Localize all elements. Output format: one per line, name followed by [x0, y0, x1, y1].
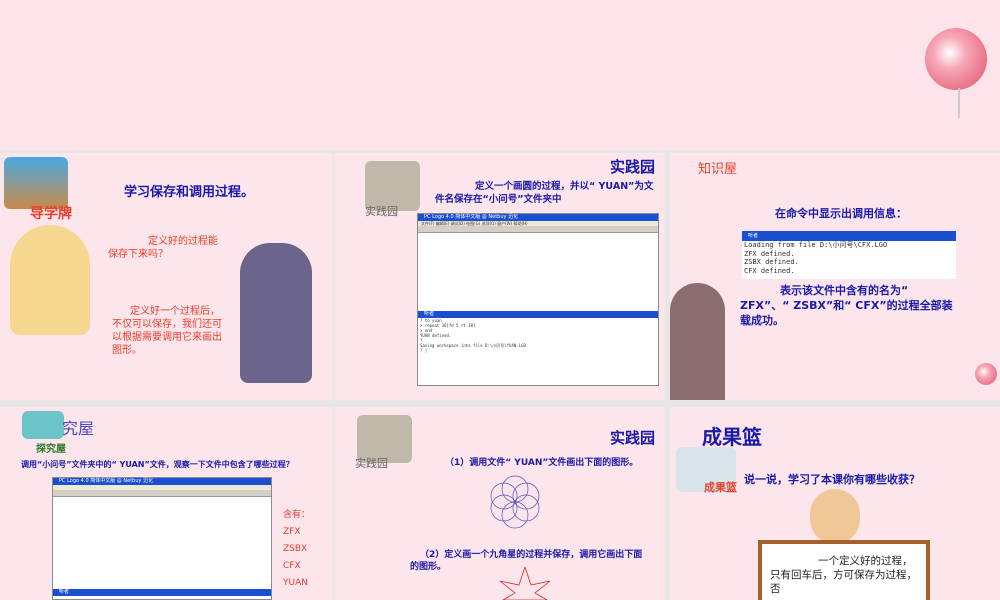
instruction-text: 调用“小问号”文件夹中的“ YUAN”文件，观察一下文件中包含了哪些过程？: [21, 460, 294, 469]
listener-panel: 听者 Loading from file D:\小问号\CFX.LGO ZFX d…: [742, 231, 956, 279]
slide-heading: 实践园: [609, 429, 655, 447]
slide-badge: 实践园: [355, 457, 388, 470]
window-title: PC Logo 4.0 简体中文版 @ Netbuy 迅化: [53, 478, 271, 485]
listener-title: 听者: [742, 231, 956, 241]
question-text: 说一说，学习了本课你有哪些收获？: [744, 473, 920, 486]
top-area: [0, 0, 1000, 150]
slide-heading: 知识屋: [698, 162, 738, 177]
drawing-canvas[interactable]: [53, 497, 271, 589]
listener-title: 听者: [418, 311, 658, 318]
slide-badge: 探究屋: [36, 444, 66, 455]
boy-illustration: [10, 225, 90, 335]
logo-window[interactable]: PC Logo 4.0 简体中文版 @ Netbuy 迅化 听者: [52, 477, 272, 600]
slide-title: 学习保存和调用过程。: [124, 185, 255, 200]
boy-illustration: [810, 489, 860, 544]
explanation-text: 表示该文件中含有的名为“ ZFX”、“ ZSBX”和“ CFX”的过程全部装载成…: [740, 284, 953, 327]
slide-heading: 实践园: [609, 158, 655, 176]
graduation-cap-icon: [4, 157, 68, 209]
contains-list: 含有： ZFX ZSBX CFX YUAN: [283, 510, 311, 588]
slide-explore[interactable]: 究屋 探究屋 调用“小问号”文件夹中的“ YUAN”文件，观察一下文件中包含了哪…: [0, 407, 332, 600]
toolbar[interactable]: [418, 226, 658, 233]
slide-title: 在命令中显示出调用信息：: [775, 207, 907, 220]
console[interactable]: ? to yuan > repeat 36[fd 5 rt 10] > end YUA…: [418, 318, 658, 353]
slide-heading: 成果篮: [702, 425, 762, 449]
slide-knowledge[interactable]: 知识屋 在命令中显示出调用信息： 听者 Loading from file D:…: [670, 153, 1000, 400]
girl-illustration: [240, 243, 312, 383]
toolbar[interactable]: [53, 490, 271, 497]
book-magnifier-icon: [22, 411, 64, 439]
board: 一个定义好的过程，只有回车后，方可保存为过程，否: [758, 540, 930, 600]
logo-window[interactable]: PC Logo 4.0 简体中文版 @ Netbuy 迅化 文件(F) 编辑(E…: [417, 213, 659, 386]
question-text: 定义好的过程能保存下来吗？: [108, 236, 218, 260]
lollipop-icon: [975, 363, 997, 385]
nine-star-figure: [499, 567, 551, 600]
lollipop-stick: [958, 88, 960, 118]
slide-practice-2[interactable]: 实践园 实践园 （1）调用文件“ YUAN”文件画出下面的图形。 （2）定义画一…: [335, 407, 665, 600]
answer-text: 定义好一个过程后，不仅可以保存，我们还可以根据需要调用它来画出图形。: [112, 306, 222, 356]
question-1: （1）调用文件“ YUAN”文件画出下面的图形。: [445, 458, 639, 468]
window-title: PC Logo 4.0 简体中文版 @ Netbuy 迅化: [418, 214, 658, 221]
instruction-text: 定义一个画圆的过程，并以“ YUAN”为文件名保存在“小问号”文件夹中: [435, 181, 654, 205]
circle-rosette-figure: [490, 475, 540, 529]
slide-practice-1[interactable]: 实践园 实践园 定义一个画圆的过程，并以“ YUAN”为文件名保存在“小问号”文…: [335, 153, 665, 400]
slide-heading: 究屋: [62, 419, 95, 438]
slide-badge: 导学牌: [30, 206, 72, 222]
drawing-canvas[interactable]: [418, 233, 658, 311]
slide-badge: 成果篮: [704, 481, 737, 494]
slide-harvest[interactable]: 成果篮 成果篮 说一说，学习了本课你有哪些收获？ 一个定义好的过程，只有回车后，…: [670, 407, 1000, 600]
slide-guide[interactable]: 导学牌 学习保存和调用过程。 定义好的过程能保存下来吗？ 定义好一个过程后，不仅…: [0, 153, 332, 400]
slide-badge: 实践园: [365, 205, 398, 218]
girl-illustration: [670, 283, 725, 400]
listener-title: 听者: [53, 589, 271, 596]
lollipop-icon: [925, 28, 987, 90]
